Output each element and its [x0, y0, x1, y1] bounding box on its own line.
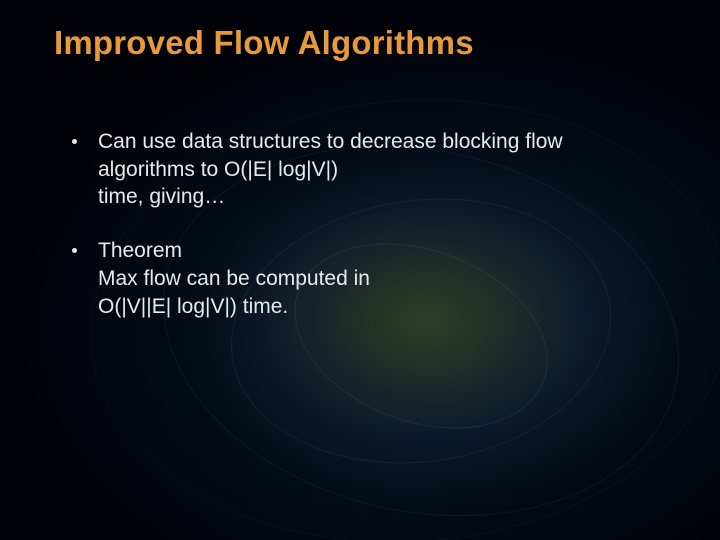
slide-body: Can use data structures to decrease bloc… — [72, 128, 660, 346]
slide: Improved Flow Algorithms Can use data st… — [0, 0, 720, 540]
bullet-line: O(|V||E| log|V|) time. — [98, 293, 660, 321]
bullet-line: algorithms to O(|E| log|V|) — [98, 156, 660, 184]
bullet-item: Theorem Max flow can be computed in O(|V… — [72, 237, 660, 320]
bullet-line: Theorem — [98, 237, 660, 265]
bullet-line: time, giving… — [98, 183, 660, 211]
bullet-dot-icon — [72, 248, 77, 253]
bullet-line: Can use data structures to decrease bloc… — [98, 128, 660, 156]
bullet-dot-icon — [72, 139, 77, 144]
slide-title: Improved Flow Algorithms — [54, 24, 474, 62]
bullet-item: Can use data structures to decrease bloc… — [72, 128, 660, 211]
bullet-line: Max flow can be computed in — [98, 265, 660, 293]
